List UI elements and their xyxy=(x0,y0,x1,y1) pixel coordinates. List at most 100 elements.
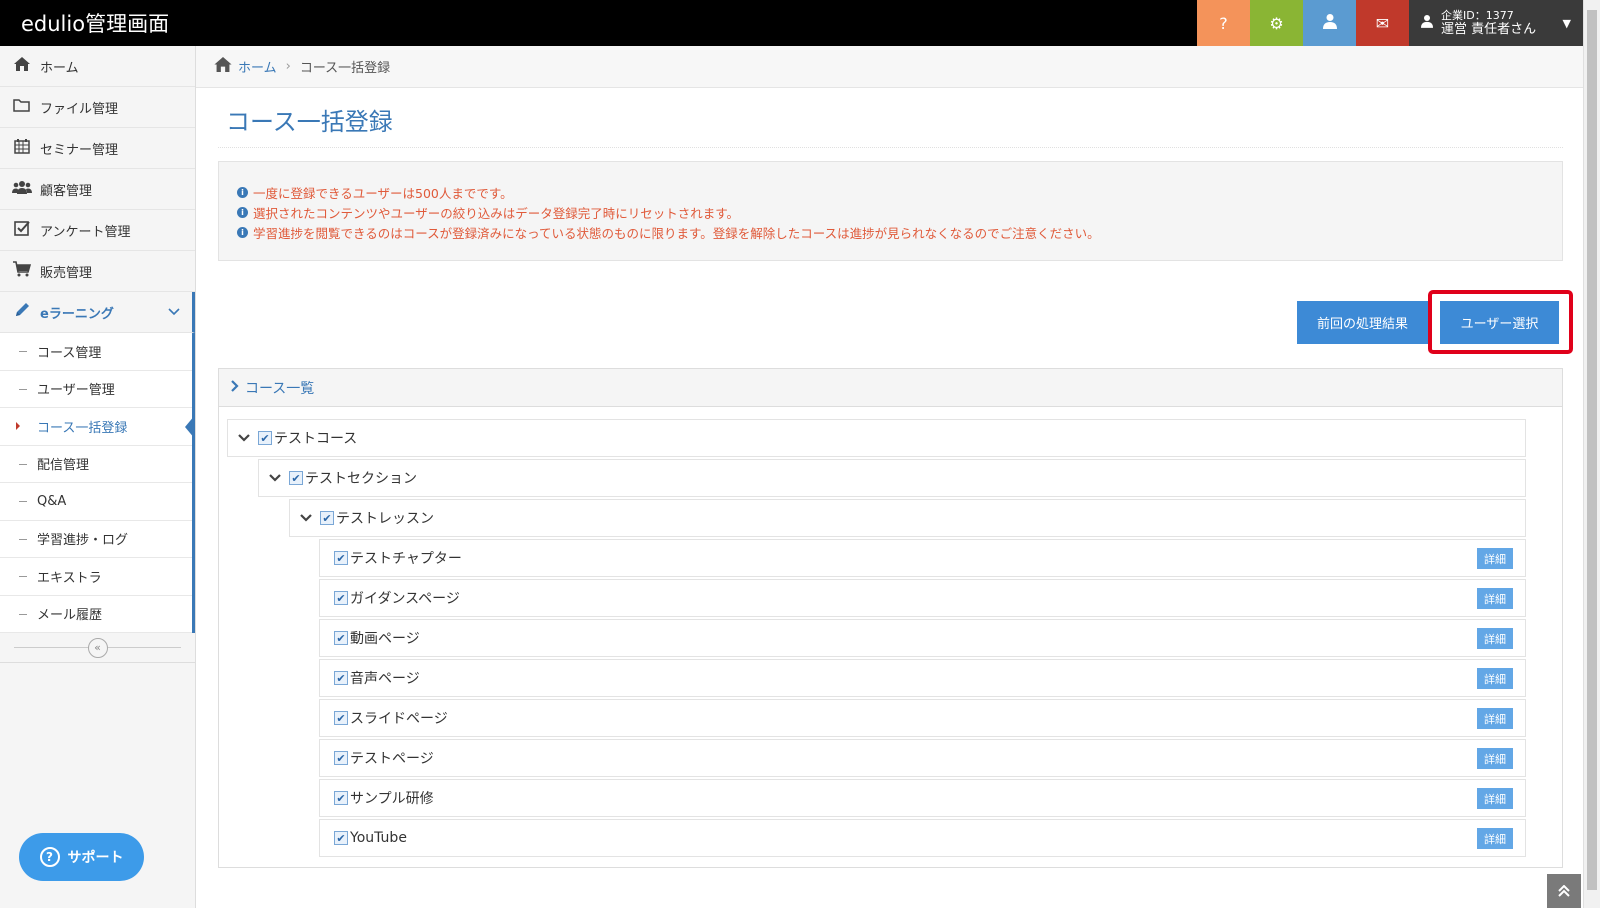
sidebar-item-seminar[interactable]: セミナー管理 xyxy=(0,128,195,169)
top-bar: edulio管理画面 ? ⚙ ✉ 企業ID：1377 運営 責任者さん ▼ xyxy=(0,0,1583,46)
notice-line: i 一度に登録できるユーザーは500人までです。 xyxy=(237,182,1544,202)
tree-label: テストセクション xyxy=(305,471,417,487)
tree-label: テストチャプター xyxy=(350,551,462,567)
tree-row-section: ✔ テストセクション xyxy=(258,459,1526,497)
user-select-button[interactable]: ユーザー選択 xyxy=(1440,301,1559,344)
tree-label: 動画ページ xyxy=(350,631,420,647)
detail-button[interactable]: 詳細 xyxy=(1477,828,1513,849)
chevron-down-icon[interactable] xyxy=(300,512,314,525)
caret-down-icon: ▼ xyxy=(1562,16,1571,30)
sidebar-subitem-bulk-register[interactable]: コース一括登録 xyxy=(0,408,195,446)
detail-button[interactable]: 詳細 xyxy=(1477,708,1513,729)
detail-button[interactable]: 詳細 xyxy=(1477,588,1513,609)
info-icon: i xyxy=(237,206,248,218)
course-checkbox[interactable]: ✔ xyxy=(258,431,272,445)
folder-icon xyxy=(12,98,32,116)
elearning-submenu: コース管理 ユーザー管理 コース一括登録 配信管理 Q&A 学習進捗・ログ エキ… xyxy=(0,333,195,633)
sidebar-item-customers[interactable]: 顧客管理 xyxy=(0,169,195,210)
tree-label: ガイダンスページ xyxy=(350,591,460,607)
sidebar-item-elearning[interactable]: eラーニング xyxy=(0,292,195,333)
chapter-checkbox[interactable]: ✔ xyxy=(334,551,348,565)
app-title[interactable]: edulio管理画面 xyxy=(0,8,1197,38)
tree-row-chapter: ✔ スライドページ 詳細 xyxy=(319,699,1526,737)
notice-line: i 学習進捗を閲覧できるのはコースが登録済みになっている状態のものに限ります。登録… xyxy=(237,222,1544,242)
tree-label: テストコース xyxy=(274,431,358,447)
support-button[interactable]: ? サポート xyxy=(19,833,144,881)
breadcrumb: ホーム › コース一括登録 xyxy=(196,46,1583,88)
sidebar-subitem-qa[interactable]: Q&A xyxy=(0,483,192,521)
chapter-checkbox[interactable]: ✔ xyxy=(334,631,348,645)
collapse-sidebar-icon[interactable]: « xyxy=(87,637,108,658)
tree-row-chapter: ✔ 動画ページ 詳細 xyxy=(319,619,1526,657)
chapter-checkbox[interactable]: ✔ xyxy=(334,751,348,765)
chapter-checkbox[interactable]: ✔ xyxy=(334,791,348,805)
detail-button[interactable]: 詳細 xyxy=(1477,548,1513,569)
panel-header[interactable]: コース一覧 xyxy=(219,369,1562,407)
section-checkbox[interactable]: ✔ xyxy=(289,471,303,485)
course-list-panel: コース一覧 ✔ テストコース ✔ テストセクション ✔ テストレッスン ✔ テス… xyxy=(218,368,1563,868)
sidebar-subitem-progress[interactable]: 学習進捗・ログ xyxy=(0,520,192,558)
question-circle-icon: ? xyxy=(39,847,60,867)
chapter-checkbox[interactable]: ✔ xyxy=(334,671,348,685)
help-button[interactable]: ? xyxy=(1197,0,1250,46)
notice-text: 学習進捗を閲覧できるのはコースが登録済みになっている状態のものに限ります。登録を… xyxy=(253,225,1100,241)
chapter-checkbox[interactable]: ✔ xyxy=(334,831,348,845)
sidebar-subitem-delivery[interactable]: 配信管理 xyxy=(0,445,192,483)
sidebar: ホーム ファイル管理 セミナー管理 顧客管理 アンケート管理 販売管理 eラーニ… xyxy=(0,46,196,908)
tree-row-lesson: ✔ テストレッスン xyxy=(289,499,1526,537)
checkbox-icon xyxy=(12,220,32,240)
user-icon xyxy=(1322,13,1337,33)
gear-icon: ⚙ xyxy=(1269,13,1284,33)
settings-button[interactable]: ⚙ xyxy=(1250,0,1303,46)
account-id: 企業ID：1377 xyxy=(1441,9,1514,22)
pencil-icon xyxy=(12,302,32,322)
chapter-checkbox[interactable]: ✔ xyxy=(334,591,348,605)
sidebar-collapse-row: « xyxy=(0,633,195,663)
detail-button[interactable]: 詳細 xyxy=(1477,668,1513,689)
breadcrumb-home-link[interactable]: ホーム xyxy=(238,57,277,76)
detail-button[interactable]: 詳細 xyxy=(1477,788,1513,809)
tree-label: 音声ページ xyxy=(350,671,420,687)
scrollbar-thumb[interactable] xyxy=(1587,10,1597,890)
tree-label: スライドページ xyxy=(350,711,448,727)
page-scrollbar[interactable] xyxy=(1583,0,1600,908)
sidebar-subitem-extra[interactable]: エキストラ xyxy=(0,558,192,596)
chevron-down-icon[interactable] xyxy=(238,432,252,445)
tree-row-chapter: ✔ 音声ページ 詳細 xyxy=(319,659,1526,697)
detail-button[interactable]: 詳細 xyxy=(1477,748,1513,769)
chevron-right-icon xyxy=(231,379,239,396)
calendar-icon xyxy=(12,138,32,158)
scroll-top-button[interactable] xyxy=(1547,874,1581,908)
chapter-checkbox[interactable]: ✔ xyxy=(334,711,348,725)
sidebar-item-survey[interactable]: アンケート管理 xyxy=(0,210,195,251)
page-title: コース一括登録 xyxy=(226,108,393,136)
home-icon xyxy=(12,57,32,75)
sidebar-item-files[interactable]: ファイル管理 xyxy=(0,87,195,128)
notice-text: 一度に登録できるユーザーは500人までです。 xyxy=(253,185,513,201)
home-icon xyxy=(214,57,232,76)
mail-button[interactable]: ✉ xyxy=(1356,0,1409,46)
main-content: コース一括登録 i 一度に登録できるユーザーは500人までです。 i 選択されたコン… xyxy=(196,88,1583,908)
breadcrumb-current: コース一括登録 xyxy=(299,61,391,76)
mail-icon: ✉ xyxy=(1375,13,1390,33)
chevron-down-icon xyxy=(168,305,180,319)
sidebar-item-label: 顧客管理 xyxy=(40,183,93,199)
lesson-checkbox[interactable]: ✔ xyxy=(320,511,334,525)
sidebar-item-home[interactable]: ホーム xyxy=(0,46,195,87)
tree-row-chapter: ✔ ガイダンスページ 詳細 xyxy=(319,579,1526,617)
tree-label: サンプル研修 xyxy=(350,791,434,807)
profile-button[interactable] xyxy=(1303,0,1356,46)
sidebar-subitem-course[interactable]: コース管理 xyxy=(0,333,192,371)
title-divider xyxy=(218,147,1563,148)
sidebar-subitem-mail-history[interactable]: メール履歴 xyxy=(0,595,192,633)
detail-button[interactable]: 詳細 xyxy=(1477,628,1513,649)
info-icon: i xyxy=(237,186,248,198)
previous-result-button[interactable]: 前回の処理結果 xyxy=(1297,301,1428,344)
sidebar-subitem-users[interactable]: ユーザー管理 xyxy=(0,370,192,408)
account-menu[interactable]: 企業ID：1377 運営 責任者さん ▼ xyxy=(1409,0,1583,46)
sidebar-item-sales[interactable]: 販売管理 xyxy=(0,251,195,292)
chevron-down-icon[interactable] xyxy=(269,472,283,485)
breadcrumb-separator-icon: › xyxy=(285,59,291,74)
account-user-icon xyxy=(1421,14,1433,32)
sidebar-item-label: ファイル管理 xyxy=(40,101,119,117)
